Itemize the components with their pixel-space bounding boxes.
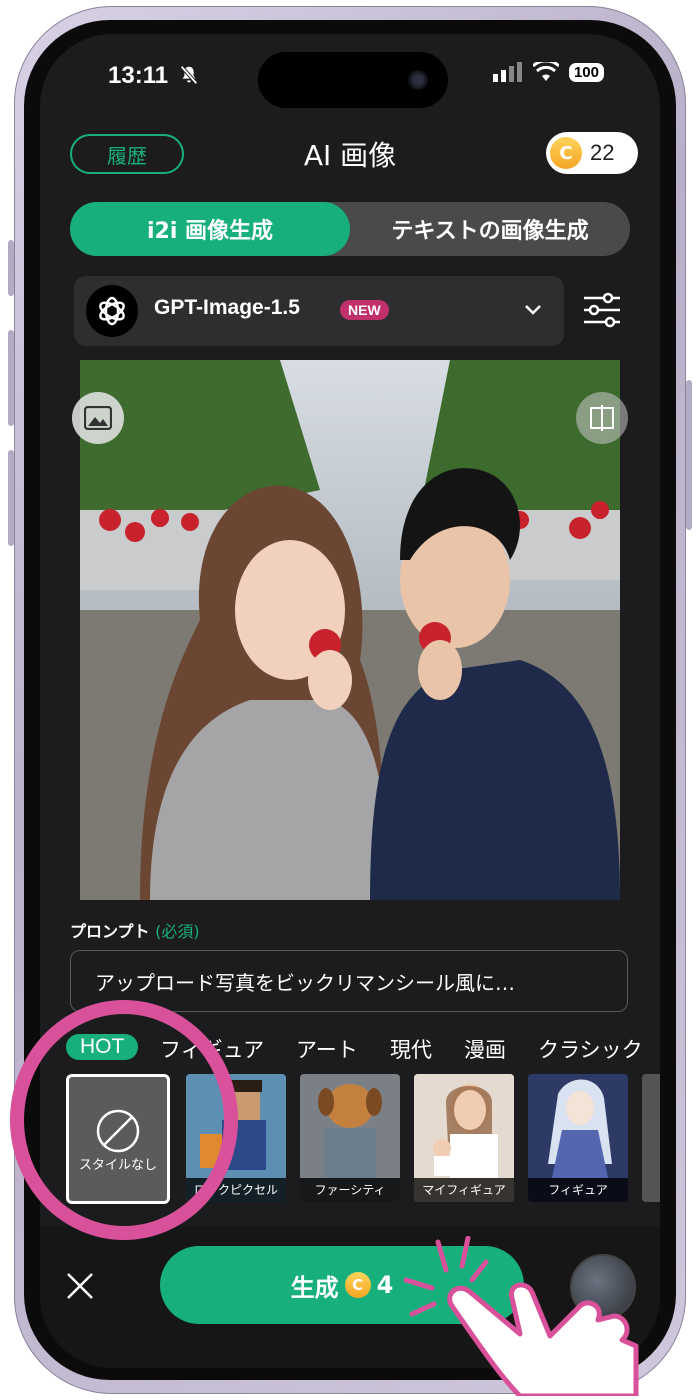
dynamic-island xyxy=(258,52,448,108)
app-header: 履歴 AI 画像 C 22 xyxy=(40,130,660,186)
generate-label: 生成 xyxy=(290,1273,339,1302)
phone-volume-up xyxy=(8,330,14,426)
tab-i2i[interactable]: i2i 画像生成 xyxy=(70,202,350,256)
highlight-circle xyxy=(10,1000,238,1240)
style-card-label: ファーシティ xyxy=(300,1178,400,1202)
style-card-label: マイフィギュア xyxy=(414,1178,514,1202)
gallery-button[interactable] xyxy=(72,392,124,444)
chevron-down-icon[interactable] xyxy=(522,298,544,320)
coin-balance[interactable]: C 22 xyxy=(546,132,638,174)
compare-button[interactable] xyxy=(576,392,628,444)
style-thumb xyxy=(528,1074,628,1178)
style-thumb xyxy=(414,1074,514,1178)
wifi-icon xyxy=(532,62,559,81)
phone-power-button xyxy=(686,380,692,530)
pointing-hand-icon xyxy=(403,1236,639,1396)
openai-logo-icon xyxy=(86,285,138,337)
tab-text-to-image[interactable]: テキストの画像生成 xyxy=(350,202,630,256)
style-card-more[interactable] xyxy=(642,1074,660,1202)
generate-cost: 4 xyxy=(376,1271,394,1299)
model-selector[interactable]: GPT-Image-1.5 NEW xyxy=(74,276,564,346)
uploaded-photo[interactable] xyxy=(80,360,620,900)
phone-volume-down xyxy=(8,450,14,546)
style-card-my-figure[interactable]: マイフィギュア xyxy=(414,1074,514,1202)
coin-icon: C xyxy=(550,137,582,169)
camera-icon xyxy=(408,70,428,90)
phone-side-button xyxy=(8,240,14,296)
prompt-label: プロンプト (必須) xyxy=(70,918,200,942)
category-tab-manga[interactable]: 漫画 xyxy=(464,1034,506,1064)
signal-icon xyxy=(492,62,522,82)
model-name: GPT-Image-1.5 xyxy=(154,296,300,319)
coin-icon: C xyxy=(344,1272,371,1298)
category-tab-modern[interactable]: 現代 xyxy=(390,1034,432,1064)
prompt-input[interactable]: アップロード写真をビックリマンシール風に… xyxy=(70,950,628,1012)
new-badge: NEW xyxy=(340,300,389,320)
photo-image xyxy=(80,360,620,900)
compare-icon xyxy=(590,405,614,431)
coin-count: 22 xyxy=(590,140,615,165)
image-icon xyxy=(84,406,112,430)
mode-tabs: i2i 画像生成 テキストの画像生成 xyxy=(70,202,630,256)
style-card-label: フィギュア xyxy=(528,1178,628,1202)
status-icons: 100 xyxy=(492,62,604,82)
style-card-furry-city[interactable]: ファーシティ xyxy=(300,1074,400,1202)
battery-indicator: 100 xyxy=(568,62,604,82)
status-time: 13:11 xyxy=(108,62,169,89)
style-thumb xyxy=(300,1074,400,1178)
category-tab-classic[interactable]: クラシック xyxy=(538,1034,643,1064)
prompt-label-text: プロンプト xyxy=(70,922,150,941)
prompt-required: (必須) xyxy=(155,922,200,941)
bell-muted-icon xyxy=(180,65,198,85)
settings-sliders-icon[interactable] xyxy=(582,290,622,330)
close-icon[interactable] xyxy=(64,1270,96,1302)
category-tab-art[interactable]: アート xyxy=(296,1034,358,1064)
style-card-figure[interactable]: フィギュア xyxy=(528,1074,628,1202)
